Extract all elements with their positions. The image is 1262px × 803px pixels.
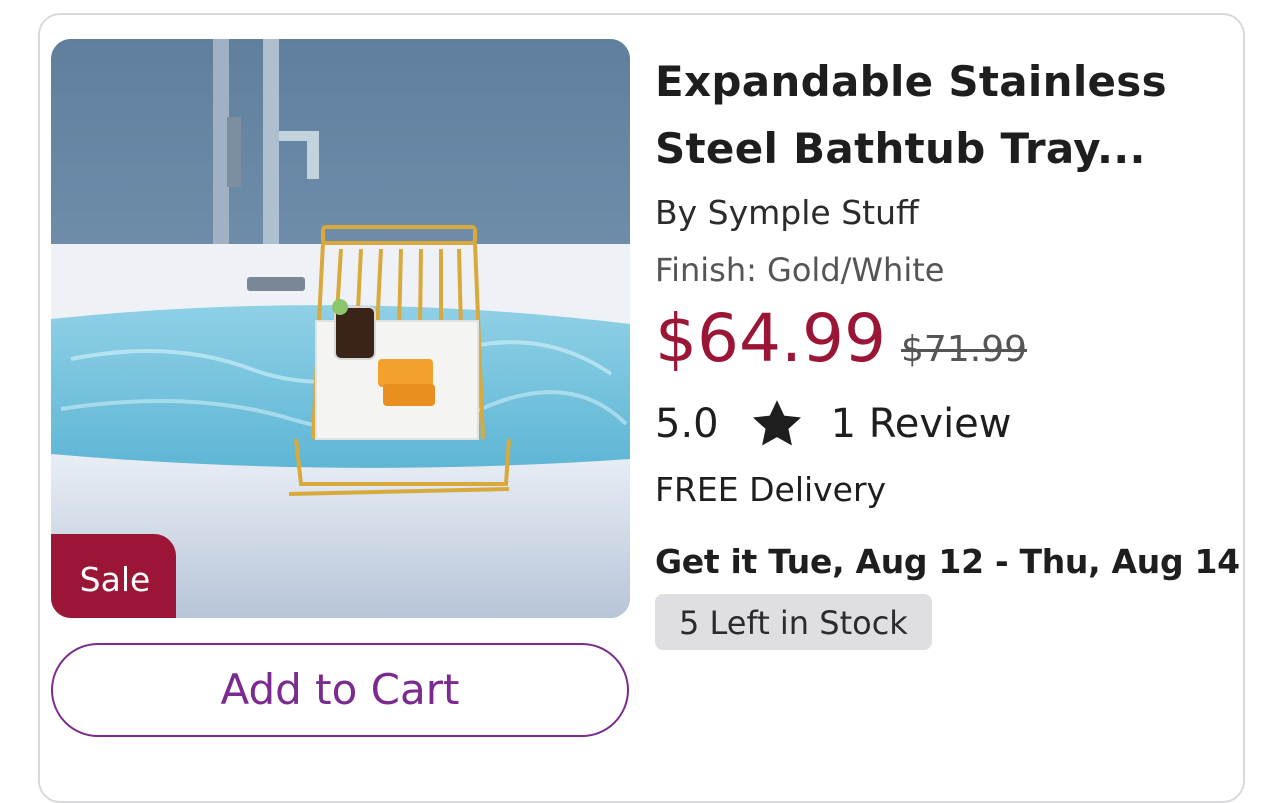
price-row: $64.99 $71.99: [655, 300, 1027, 377]
delivery-label: FREE Delivery: [655, 470, 887, 509]
product-photo: [51, 39, 630, 618]
delivery-eta: Get it Tue, Aug 12 - Thu, Aug 14: [655, 542, 1240, 581]
stock-badge: 5 Left in Stock: [655, 594, 932, 650]
rating-row[interactable]: 5.0 1 Review: [655, 398, 1012, 450]
review-count[interactable]: 1 Review: [831, 401, 1012, 447]
add-to-cart-button[interactable]: Add to Cart: [51, 643, 629, 737]
sale-price: $64.99: [655, 300, 886, 377]
brand-link[interactable]: By Symple Stuff: [655, 193, 919, 232]
finish-label: Finish: Gold/White: [655, 251, 945, 289]
product-title[interactable]: Expandable Stainless Steel Bathtub Tray.…: [655, 48, 1225, 182]
product-image[interactable]: Sale: [51, 39, 630, 618]
original-price: $71.99: [901, 329, 1027, 370]
sale-badge: Sale: [51, 534, 176, 618]
rating-score: 5.0: [655, 401, 719, 447]
star-icon: [752, 400, 801, 446]
